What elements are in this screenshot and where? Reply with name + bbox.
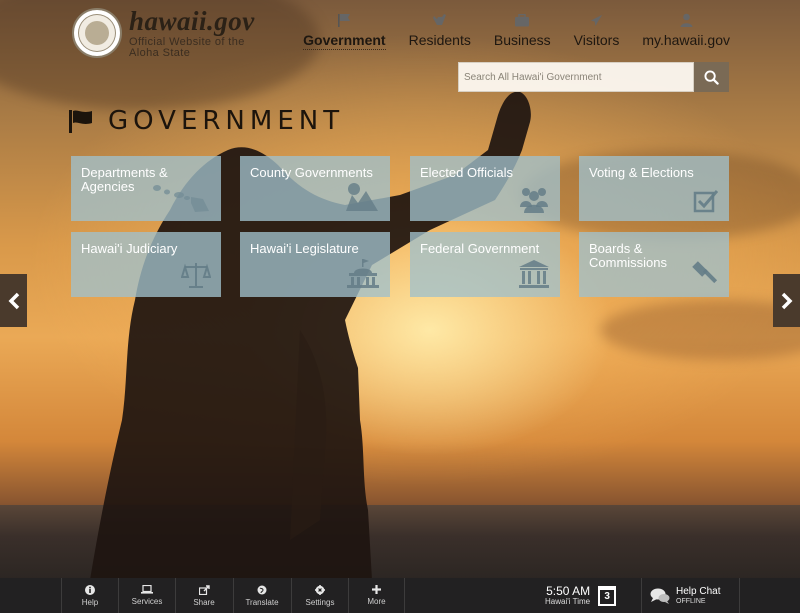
- laptop-icon: [141, 585, 153, 594]
- airplane-icon: [589, 12, 604, 28]
- clock-label: Hawai'i Time: [545, 596, 591, 606]
- tile-departments-agencies[interactable]: Departments & Agencies: [71, 156, 221, 221]
- search-button[interactable]: [694, 62, 729, 92]
- nav-business[interactable]: Business: [494, 12, 551, 50]
- columns-building-icon: [519, 260, 549, 288]
- tile-hawaii-legislature[interactable]: Hawai'i Legislature: [240, 232, 390, 297]
- help-chat-button[interactable]: Help Chat OFFLINE: [641, 578, 740, 613]
- scales-icon: [181, 263, 211, 288]
- info-icon: [85, 584, 95, 595]
- search-bar: [458, 62, 729, 92]
- logo-title: hawaii.gov: [129, 6, 255, 36]
- utility-bar: Help Services Share Translate Settings M…: [0, 578, 800, 613]
- briefcase-icon: [514, 12, 530, 28]
- tile-boards-commissions[interactable]: Boards & Commissions: [579, 232, 729, 297]
- search-input[interactable]: [458, 62, 694, 92]
- state-seal-icon: [72, 8, 122, 58]
- tile-county-governments[interactable]: County Governments: [240, 156, 390, 221]
- gear-icon: [315, 584, 325, 595]
- carousel-next-button[interactable]: [773, 274, 800, 327]
- flag-icon: [69, 110, 92, 133]
- government-tiles: Departments & Agencies County Government…: [71, 156, 729, 297]
- help-chat-status: OFFLINE: [676, 597, 706, 605]
- tile-voting-elections[interactable]: Voting & Elections: [579, 156, 729, 221]
- user-icon: [680, 12, 693, 28]
- nav-visitors[interactable]: Visitors: [574, 12, 619, 50]
- help-button[interactable]: Help: [61, 578, 118, 613]
- main-navigation: Government Residents Business Visitors m…: [280, 12, 730, 50]
- flag-icon: [337, 12, 351, 28]
- site-logo[interactable]: hawaii.gov Official Website of the Aloha…: [72, 8, 255, 59]
- nav-government[interactable]: Government: [303, 12, 386, 50]
- chat-bubbles-icon: [650, 588, 670, 604]
- hawaii-clock: 5:50 AM Hawai'i Time 3: [545, 578, 617, 613]
- capitol-icon: [347, 259, 379, 288]
- gavel-icon: [692, 261, 718, 284]
- logo-subtitle: Official Website of the Aloha State: [129, 36, 245, 59]
- chevron-left-icon: [8, 292, 19, 309]
- help-chat-title: Help Chat: [676, 585, 721, 597]
- tile-elected-officials[interactable]: Elected Officials: [410, 156, 560, 221]
- people-group-icon: [520, 188, 548, 213]
- settings-button[interactable]: Settings: [291, 578, 348, 613]
- tile-hawaii-judiciary[interactable]: Hawai'i Judiciary: [71, 232, 221, 297]
- checkbox-icon: [693, 190, 719, 213]
- chevron-right-icon: [781, 292, 792, 309]
- carousel-prev-button[interactable]: [0, 274, 27, 327]
- share-button[interactable]: Share: [175, 578, 232, 613]
- services-button[interactable]: Services: [118, 578, 175, 613]
- tile-federal-government[interactable]: Federal Government: [410, 232, 560, 297]
- translate-button[interactable]: Translate: [233, 578, 290, 613]
- page-title: GOVERNMENT: [108, 106, 345, 136]
- shaka-icon: [432, 12, 448, 28]
- county-map-icon: [346, 183, 378, 211]
- nav-residents[interactable]: Residents: [409, 12, 471, 50]
- search-icon: [704, 69, 719, 85]
- islands-icon: [153, 185, 209, 212]
- clock-time: 5:50 AM: [546, 583, 591, 598]
- nav-my-hawaii[interactable]: my.hawaii.gov: [642, 12, 730, 50]
- share-icon: [198, 584, 210, 595]
- more-button[interactable]: More: [348, 578, 405, 613]
- page-heading: GOVERNMENT: [68, 106, 344, 136]
- globe-icon: [257, 585, 267, 594]
- plus-icon: [372, 585, 381, 594]
- calendar-icon: 3: [598, 585, 617, 606]
